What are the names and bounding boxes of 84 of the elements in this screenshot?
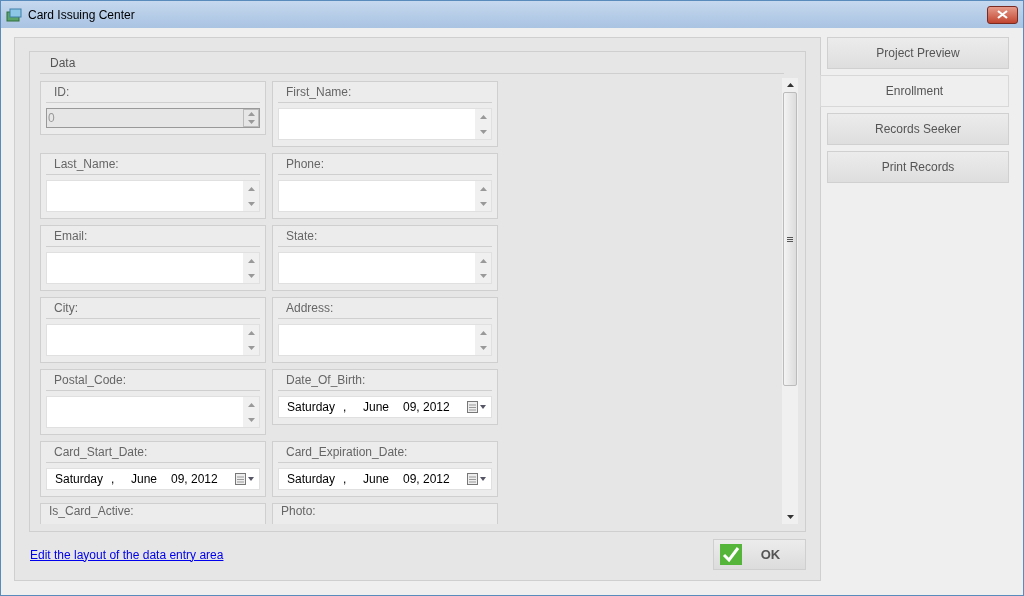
field-label: Address: bbox=[285, 300, 335, 317]
field-label: Card_Expiration_Date: bbox=[285, 444, 409, 461]
field-value: 0 bbox=[47, 110, 56, 127]
spin-buttons[interactable] bbox=[243, 397, 259, 427]
up-arrow-icon bbox=[479, 186, 487, 191]
month-text: June bbox=[363, 399, 391, 416]
down-arrow-icon bbox=[247, 345, 255, 350]
window-title: Card Issuing Center bbox=[28, 6, 136, 24]
separator-text: , bbox=[343, 399, 348, 416]
down-arrow-icon bbox=[247, 201, 255, 206]
nav-tab[interactable]: Project Preview bbox=[827, 37, 1009, 69]
up-arrow-icon bbox=[247, 186, 255, 191]
day-year-text: 09, 2012 bbox=[403, 471, 451, 488]
app-icon bbox=[6, 6, 22, 23]
text-field[interactable] bbox=[278, 324, 492, 356]
spin-buttons[interactable] bbox=[475, 181, 491, 211]
down-arrow-icon bbox=[786, 515, 794, 519]
weekday-text: Saturday bbox=[55, 471, 105, 488]
weekday-text: Saturday bbox=[287, 399, 337, 416]
spin-buttons[interactable] bbox=[243, 253, 259, 283]
separator-text: , bbox=[343, 471, 348, 488]
spin-buttons[interactable] bbox=[243, 325, 259, 355]
up-arrow-icon bbox=[247, 402, 255, 407]
field-label: Email: bbox=[53, 228, 89, 245]
up-arrow-icon bbox=[247, 330, 255, 335]
field-label: State: bbox=[285, 228, 319, 245]
down-arrow-icon bbox=[479, 129, 487, 134]
field-label: Postal_Code: bbox=[53, 372, 128, 389]
calendar-icon bbox=[467, 401, 487, 413]
field-label: Last_Name: bbox=[53, 156, 120, 173]
calendar-icon bbox=[467, 473, 487, 485]
checkmark-icon bbox=[720, 544, 742, 565]
text-field[interactable] bbox=[46, 396, 260, 428]
text-field[interactable] bbox=[46, 180, 260, 212]
field-label: Date_Of_Birth: bbox=[285, 372, 367, 389]
up-arrow-icon bbox=[247, 112, 255, 116]
spin-buttons[interactable] bbox=[475, 325, 491, 355]
down-arrow-icon bbox=[479, 273, 487, 278]
spin-buttons[interactable] bbox=[243, 181, 259, 211]
close-icon bbox=[997, 10, 1008, 19]
scroll-thumb[interactable] bbox=[783, 92, 797, 386]
month-text: June bbox=[131, 471, 159, 488]
date-picker[interactable]: Saturday , June 09, 2012 bbox=[278, 468, 492, 490]
down-arrow-icon bbox=[247, 273, 255, 278]
date-picker[interactable]: Saturday , June 09, 2012 bbox=[278, 396, 492, 418]
group-title: Data bbox=[40, 52, 784, 74]
text-field[interactable] bbox=[278, 108, 492, 140]
text-field[interactable] bbox=[46, 252, 260, 284]
field-label: Phone: bbox=[285, 156, 326, 173]
day-year-text: 09, 2012 bbox=[171, 471, 219, 488]
down-arrow-icon bbox=[479, 201, 487, 206]
nav-tab[interactable]: Enrollment bbox=[820, 75, 1009, 107]
scrollbar[interactable] bbox=[782, 78, 798, 524]
spin-buttons[interactable] bbox=[475, 253, 491, 283]
spin-buttons[interactable] bbox=[475, 109, 491, 139]
text-field[interactable] bbox=[278, 180, 492, 212]
up-arrow-icon bbox=[479, 114, 487, 119]
calendar-icon bbox=[235, 473, 255, 485]
up-arrow-icon bbox=[479, 258, 487, 263]
down-arrow-icon bbox=[247, 120, 255, 124]
text-field[interactable] bbox=[46, 324, 260, 356]
day-year-text: 09, 2012 bbox=[403, 399, 451, 416]
up-arrow-icon bbox=[786, 83, 794, 87]
month-text: June bbox=[363, 471, 391, 488]
up-arrow-icon bbox=[479, 330, 487, 335]
field-label: Is_Card_Active: bbox=[48, 504, 135, 518]
weekday-text: Saturday bbox=[287, 471, 337, 488]
field-label: City: bbox=[53, 300, 79, 317]
close-button[interactable] bbox=[987, 5, 1018, 24]
down-arrow-icon bbox=[479, 345, 487, 350]
ok-button[interactable]: OK bbox=[713, 539, 806, 570]
field-label: Card_Start_Date: bbox=[53, 444, 149, 461]
field-label: Photo: bbox=[280, 504, 317, 518]
nav-tab[interactable]: Print Records bbox=[827, 151, 1009, 183]
field-label: ID: bbox=[53, 84, 71, 101]
separator-text: , bbox=[111, 471, 116, 488]
edit-layout-link[interactable]: Edit the layout of the data entry area bbox=[30, 545, 224, 564]
down-arrow-icon bbox=[247, 417, 255, 422]
date-picker[interactable]: Saturday , June 09, 2012 bbox=[46, 468, 260, 490]
nav-tab[interactable]: Records Seeker bbox=[827, 113, 1009, 145]
field-label: First_Name: bbox=[285, 84, 353, 101]
up-arrow-icon bbox=[247, 258, 255, 263]
grip-icon bbox=[787, 236, 793, 242]
text-field[interactable] bbox=[278, 252, 492, 284]
